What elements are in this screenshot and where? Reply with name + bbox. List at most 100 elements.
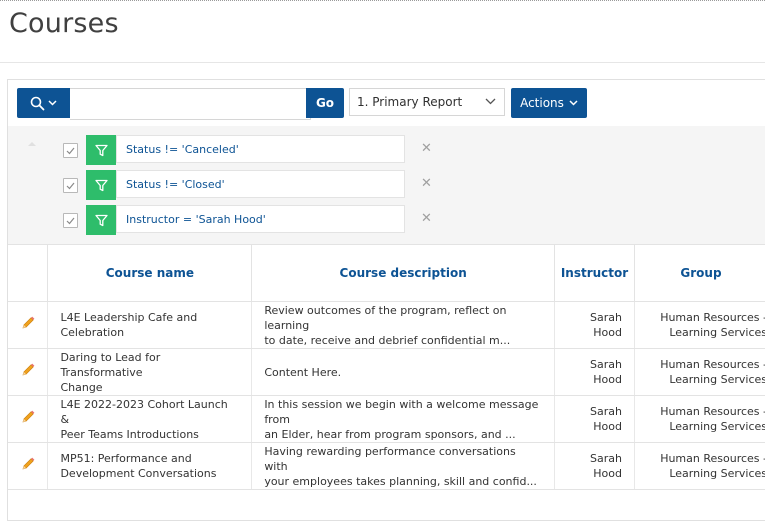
group-line: Learning Services bbox=[669, 373, 765, 386]
edit-pencil-icon[interactable] bbox=[20, 362, 36, 382]
course-name-line: Peer Teams Introductions bbox=[60, 427, 199, 441]
checkmark-icon bbox=[66, 147, 75, 154]
remove-filter-icon[interactable]: ✕ bbox=[421, 141, 432, 157]
filter-row: Instructor = 'Sarah Hood' ✕ bbox=[63, 205, 463, 235]
remove-filter-icon[interactable]: ✕ bbox=[421, 176, 432, 192]
filters-panel: Status != 'Canceled' ✕ Status != 'Closed… bbox=[8, 126, 765, 244]
report-select-value: 1. Primary Report bbox=[357, 95, 463, 109]
group-cell: Human Resources - Learning Services bbox=[634, 348, 765, 396]
filter-row: Status != 'Closed' ✕ bbox=[63, 170, 463, 200]
course-description-line: Content Here. bbox=[264, 365, 342, 379]
report-select[interactable]: 1. Primary Report bbox=[349, 88, 505, 116]
course-description-line: to date, receive and debrief confidentia… bbox=[264, 333, 511, 347]
edit-cell bbox=[8, 348, 49, 396]
edit-pencil-icon[interactable] bbox=[20, 456, 36, 476]
course-description-line: your employees takes planning, skill and… bbox=[264, 474, 537, 488]
group-line: Learning Services bbox=[669, 420, 765, 433]
group-line: Learning Services bbox=[669, 467, 765, 480]
course-name-cell: MP51: Performance and Development Convers… bbox=[47, 442, 253, 490]
group-cell: Human Resources - Learning Services bbox=[634, 301, 765, 349]
page-title: Courses bbox=[9, 8, 119, 39]
courses-table: Course name Course description Instructo… bbox=[8, 244, 765, 490]
filter-label[interactable]: Status != 'Closed' bbox=[116, 170, 405, 198]
filter-row: Status != 'Canceled' ✕ bbox=[63, 135, 463, 165]
edit-cell bbox=[8, 442, 49, 490]
instructor-cell: Sarah Hood bbox=[554, 442, 635, 490]
instructor-line: Hood bbox=[593, 326, 622, 339]
filter-enable-checkbox[interactable] bbox=[63, 213, 78, 228]
edit-pencil-icon[interactable] bbox=[20, 409, 36, 429]
remove-filter-icon[interactable]: ✕ bbox=[421, 211, 432, 227]
instructor-cell: Sarah Hood bbox=[554, 348, 635, 396]
report-region: Go 1. Primary Report Actions Status != '… bbox=[7, 79, 765, 521]
course-name-line: Daring to Lead for Transformative bbox=[60, 350, 161, 379]
instructor-line: Sarah bbox=[590, 405, 622, 418]
table-row: MP51: Performance and Development Convers… bbox=[8, 442, 765, 490]
filter-enable-checkbox[interactable] bbox=[63, 143, 78, 158]
group-line: Human Resources - bbox=[660, 311, 765, 324]
course-description-cell: Content Here. bbox=[251, 348, 556, 396]
course-description-line: In this session we begin with a welcome … bbox=[264, 397, 539, 426]
course-description-line: Review outcomes of the program, reflect … bbox=[264, 303, 507, 332]
instructor-line: Hood bbox=[593, 467, 622, 480]
course-name-line: L4E 2022-2023 Cohort Launch & bbox=[60, 397, 228, 426]
column-header-edit bbox=[8, 244, 49, 302]
search-input[interactable] bbox=[70, 88, 311, 120]
edit-pencil-icon[interactable] bbox=[20, 315, 36, 335]
group-line: Human Resources - bbox=[660, 452, 765, 465]
collapse-filters-icon[interactable] bbox=[28, 142, 36, 146]
instructor-line: Hood bbox=[593, 373, 622, 386]
course-name-line: Change bbox=[60, 380, 103, 394]
filter-enable-checkbox[interactable] bbox=[63, 178, 78, 193]
group-cell: Human Resources - Learning Services bbox=[634, 442, 765, 490]
table-header-row: Course name Course description Instructo… bbox=[8, 244, 765, 302]
instructor-line: Hood bbox=[593, 420, 622, 433]
course-name-cell: L4E Leadership Cafe and Celebration bbox=[47, 301, 253, 349]
course-description-line: an Elder, hear from program sponsors, an… bbox=[264, 427, 516, 441]
go-button[interactable]: Go bbox=[306, 88, 344, 118]
search-icon bbox=[30, 96, 45, 110]
column-header-instructor[interactable]: Instructor bbox=[554, 244, 635, 302]
title-divider bbox=[0, 62, 765, 63]
filter-icon bbox=[86, 135, 116, 165]
course-name-line: Development Conversations bbox=[60, 467, 217, 480]
group-line: Human Resources - bbox=[660, 358, 765, 371]
course-description-cell: In this session we begin with a welcome … bbox=[251, 395, 556, 443]
table-row: L4E Leadership Cafe and Celebration Revie… bbox=[8, 301, 765, 349]
chevron-down-icon bbox=[48, 100, 57, 106]
course-description-line: Having rewarding performance conversatio… bbox=[264, 444, 516, 473]
group-line: Learning Services bbox=[669, 326, 765, 339]
instructor-cell: Sarah Hood bbox=[554, 301, 635, 349]
chevron-down-icon bbox=[569, 100, 578, 106]
report-toolbar: Go 1. Primary Report Actions bbox=[8, 80, 765, 126]
edit-cell bbox=[8, 395, 49, 443]
actions-menu-button[interactable]: Actions bbox=[511, 88, 587, 118]
table-row: Daring to Lead for Transformative Change … bbox=[8, 348, 765, 396]
edit-cell bbox=[8, 301, 49, 349]
table-row: L4E 2022-2023 Cohort Launch & Peer Teams … bbox=[8, 395, 765, 443]
instructor-cell: Sarah Hood bbox=[554, 395, 635, 443]
group-line: Human Resources - bbox=[660, 405, 765, 418]
filter-icon bbox=[86, 205, 116, 235]
course-name-line: Celebration bbox=[60, 326, 125, 339]
top-border bbox=[0, 0, 765, 1]
instructor-line: Sarah bbox=[590, 311, 622, 324]
checkmark-icon bbox=[66, 182, 75, 189]
filter-label[interactable]: Instructor = 'Sarah Hood' bbox=[116, 205, 405, 233]
chevron-down-icon bbox=[485, 98, 496, 105]
column-header-course-name[interactable]: Course name bbox=[47, 244, 253, 302]
filter-icon bbox=[86, 170, 116, 200]
column-header-course-description[interactable]: Course description bbox=[251, 244, 556, 302]
search-column-menu-button[interactable] bbox=[17, 88, 70, 118]
instructor-line: Sarah bbox=[590, 452, 622, 465]
course-description-cell: Having rewarding performance conversatio… bbox=[251, 442, 556, 490]
filter-label[interactable]: Status != 'Canceled' bbox=[116, 135, 405, 163]
course-name-cell: L4E 2022-2023 Cohort Launch & Peer Teams … bbox=[47, 395, 253, 443]
group-cell: Human Resources - Learning Services bbox=[634, 395, 765, 443]
instructor-line: Sarah bbox=[590, 358, 622, 371]
column-header-group[interactable]: Group bbox=[634, 244, 765, 302]
checkmark-icon bbox=[66, 217, 75, 224]
actions-label: Actions bbox=[520, 96, 564, 110]
course-name-cell: Daring to Lead for Transformative Change bbox=[47, 348, 253, 396]
course-description-cell: Review outcomes of the program, reflect … bbox=[251, 301, 556, 349]
